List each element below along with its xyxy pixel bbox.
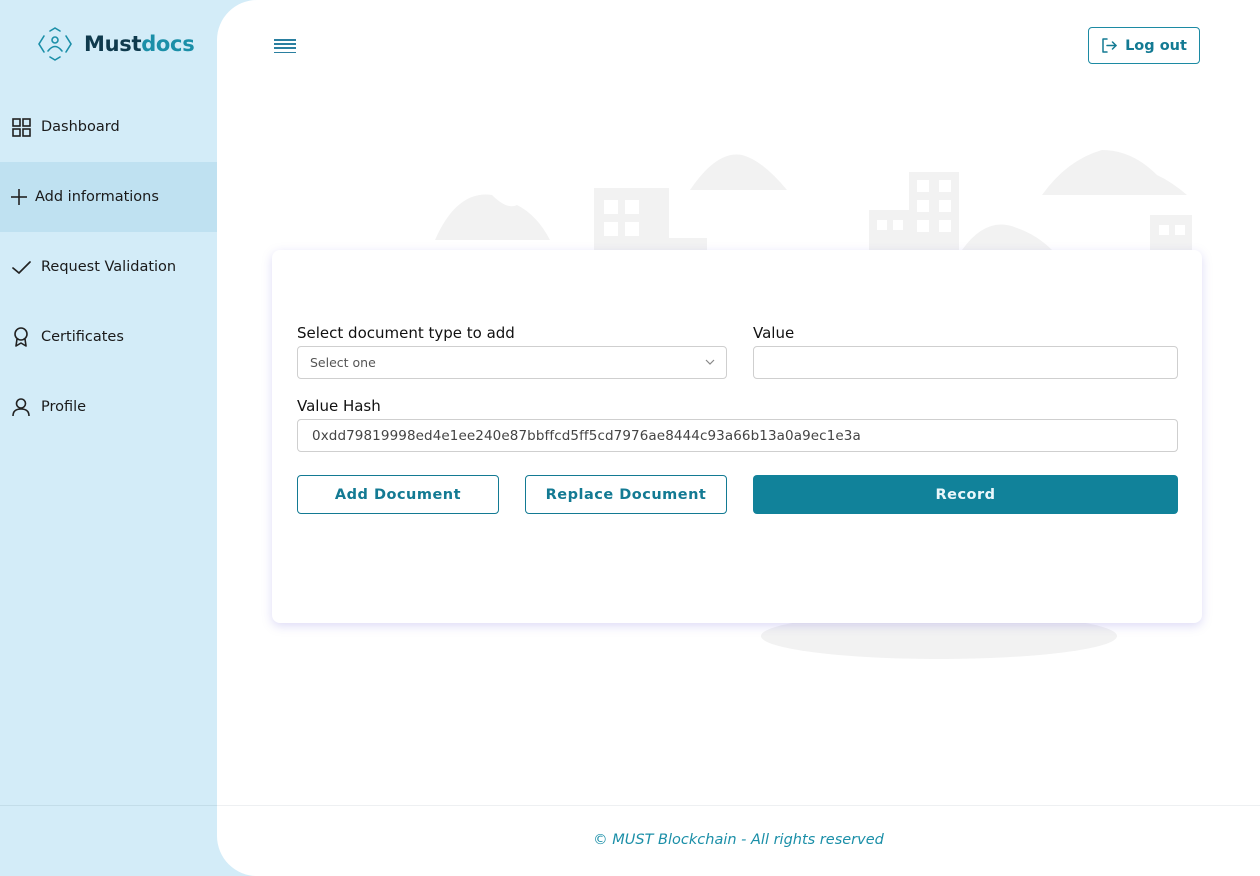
award-icon xyxy=(11,327,31,347)
logo-icon xyxy=(38,27,72,61)
sidebar-item-label: Certificates xyxy=(41,329,124,345)
add-document-card: Select document type to add Select one V… xyxy=(272,250,1202,623)
app-logo[interactable]: Mustdocs xyxy=(36,26,195,62)
logo-text-main: Must xyxy=(84,32,142,56)
grid-icon xyxy=(11,117,31,137)
logo-text-accent: docs xyxy=(141,32,195,56)
value-input[interactable] xyxy=(753,346,1178,379)
record-button[interactable]: Record xyxy=(753,475,1178,514)
plus-icon xyxy=(9,187,29,207)
footer-copyright: © MUST Blockchain - All rights reserved xyxy=(593,832,884,848)
check-icon xyxy=(11,257,31,277)
logo-text: Mustdocs xyxy=(84,32,195,56)
user-icon xyxy=(11,397,31,417)
value-label: Value xyxy=(753,324,795,342)
sidebar-item-label: Dashboard xyxy=(41,119,120,135)
value-hash-input[interactable]: 0xdd79819998ed4e1ee240e87bbffcd5ff5cd797… xyxy=(297,419,1178,452)
value-hash-text: 0xdd79819998ed4e1ee240e87bbffcd5ff5cd797… xyxy=(312,427,861,444)
sidebar: Mustdocs Dashboard Add informations Requ… xyxy=(0,0,219,876)
sidebar-item-label: Request Validation xyxy=(41,259,177,275)
sidebar-divider xyxy=(0,805,219,806)
value-hash-label: Value Hash xyxy=(297,397,381,415)
doc-type-select[interactable]: Select one xyxy=(297,346,727,379)
replace-document-button[interactable]: Replace Document xyxy=(525,475,727,514)
add-document-button[interactable]: Add Document xyxy=(297,475,499,514)
sidebar-item-profile[interactable]: Profile xyxy=(0,372,219,442)
footer-divider xyxy=(217,805,1260,806)
sidebar-item-label: Profile xyxy=(41,399,87,415)
sidebar-item-add-informations[interactable]: Add informations xyxy=(0,162,219,232)
doc-type-selected-value: Select one xyxy=(310,355,376,370)
sidebar-item-dashboard[interactable]: Dashboard xyxy=(0,92,219,162)
doc-type-label: Select document type to add xyxy=(297,324,515,342)
main-content: Log out Select document type to add Sele… xyxy=(217,0,1260,876)
chevron-down-icon xyxy=(705,359,715,365)
sidebar-item-request-validation[interactable]: Request Validation xyxy=(0,232,219,302)
sidebar-item-label: Add informations xyxy=(35,189,159,205)
sidebar-item-certificates[interactable]: Certificates xyxy=(0,302,219,372)
